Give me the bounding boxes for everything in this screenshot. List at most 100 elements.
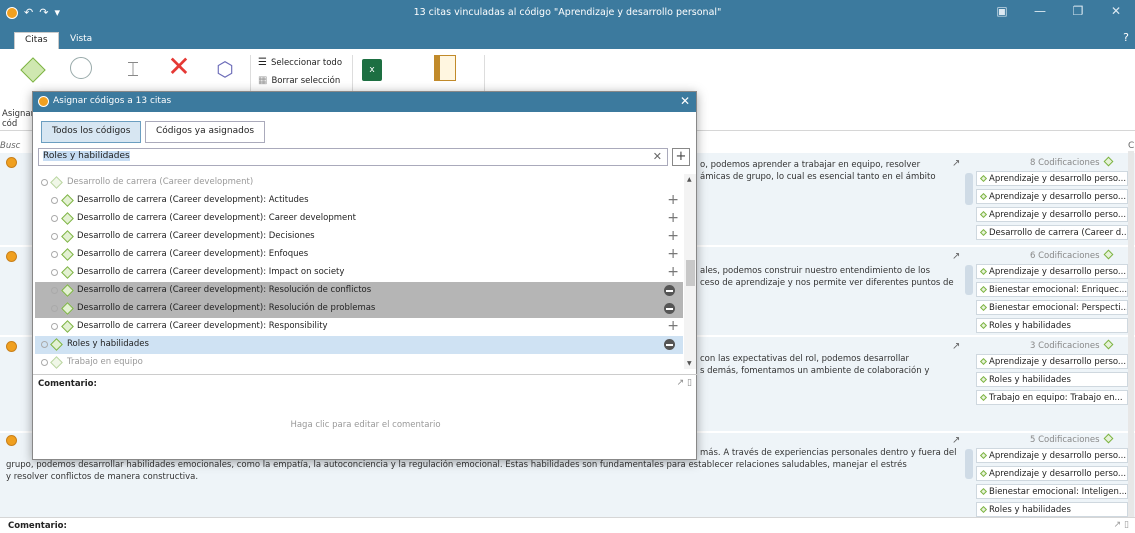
code-chip[interactable]: Aprendizaje y desarrollo perso... [976,448,1128,463]
code-list-item[interactable]: Trabajo en equipo [35,354,683,372]
minimize-icon[interactable]: — [1021,4,1059,18]
code-list-item[interactable]: Desarrollo de carrera (Career developmen… [35,192,683,210]
quotation-text-2: y resolver conflictos de manera construc… [6,472,199,482]
expand-icon[interactable]: ↗ [952,158,960,169]
select-all-label: Seleccionar todo [270,57,343,68]
assign-code-button[interactable] [12,57,54,83]
close-icon[interactable]: ✕ [1097,4,1135,18]
code-chip[interactable]: Bienestar emocional: Inteligen... [976,484,1128,499]
select-all-button[interactable]: ☰ Seleccionar todo [258,57,342,68]
plus-icon[interactable]: + [667,318,679,334]
code-chip[interactable]: Aprendizaje y desarrollo perso... [976,466,1128,481]
add-code-button[interactable]: + [672,148,690,166]
code-list-item[interactable]: Desarrollo de carrera (Career developmen… [35,174,683,192]
assign-code-icon [20,57,46,83]
code-diamond-icon [61,320,74,333]
code-list-item[interactable]: Roles y habilidades [35,336,683,354]
code-diamond-icon [50,356,63,369]
codification-count: 3 Codificaciones [1030,339,1113,351]
rename-button[interactable]: ⌶ [118,57,148,81]
goto-button[interactable] [66,57,96,79]
code-search-input[interactable]: Roles y habilidades ✕ [38,148,668,166]
maximize-icon[interactable]: ❐ [1059,4,1097,18]
scroll-down-icon[interactable]: ▼ [687,360,692,367]
comment-placeholder[interactable]: Haga clic para editar el comentario [33,420,698,430]
code-list-item[interactable]: Desarrollo de carrera (Career developmen… [35,318,683,336]
codes-scrollbar[interactable] [965,449,973,479]
code-chip[interactable]: Aprendizaje y desarrollo perso... [976,354,1128,369]
clear-search-icon[interactable]: ✕ [653,150,662,163]
plus-icon[interactable]: + [667,264,679,280]
help-icon[interactable]: ? [1123,31,1129,44]
dialog-title: Asignar códigos a 13 citas [53,96,172,106]
plus-icon[interactable]: + [667,228,679,244]
show-icon: ⬡ [216,57,234,81]
code-diamond-icon [1103,433,1113,444]
edit-comment-icon[interactable]: ↗ ▯ [1114,520,1129,530]
plus-icon[interactable]: + [667,210,679,226]
code-list-scrollbar[interactable]: ▲ ▼ [684,174,696,369]
window-controls: ▣ — ❐ ✕ [983,4,1135,18]
rename-icon: ⌶ [127,57,139,81]
code-list-item[interactable]: Desarrollo de carrera (Career developmen… [35,210,683,228]
scroll-thumb[interactable] [686,260,695,286]
code-chip[interactable]: Aprendizaje y desarrollo perso... [976,264,1128,279]
code-chip[interactable]: Trabajo en equipo: Trabajo en... [976,390,1128,405]
code-chip[interactable]: Aprendizaje y desarrollo perso... [976,207,1128,222]
collapse-icon[interactable]: C [1128,141,1134,151]
dialog-comment-label: Comentario: [38,379,97,389]
code-list: Desarrollo de carrera (Career developmen… [35,174,683,369]
code-chip[interactable]: Aprendizaje y desarrollo perso... [976,189,1128,204]
remove-icon[interactable] [664,285,675,296]
code-chip[interactable]: Bienestar emocional: Perspecti... [976,300,1128,315]
codes-scrollbar[interactable] [965,265,973,295]
plus-icon[interactable]: + [667,246,679,262]
expand-icon[interactable]: ↗ [952,435,960,446]
app-logo-icon [38,96,49,107]
close-icon[interactable]: ✕ [680,94,690,108]
code-list-item[interactable]: Desarrollo de carrera (Career developmen… [35,246,683,264]
code-list-item[interactable]: Desarrollo de carrera (Career developmen… [35,300,683,318]
code-chip[interactable]: Roles y habilidades [976,372,1128,387]
clear-selection-button[interactable]: ▦ Borrar selección [258,75,340,86]
remove-icon[interactable] [664,303,675,314]
delete-icon: ✕ [167,50,191,83]
tab-assigned-codes[interactable]: Códigos ya asignados [145,121,266,143]
plus-icon[interactable]: + [667,192,679,208]
tab-all-codes[interactable]: Todos los códigos [41,121,142,143]
code-chip[interactable]: Desarrollo de carrera (Career d... [976,225,1128,240]
search-box-label[interactable]: Busc [0,141,20,151]
expand-icon[interactable]: ↗ [952,251,960,262]
code-diamond-icon [61,248,74,261]
tab-citas[interactable]: Citas [14,32,59,49]
code-chip[interactable]: Bienestar emocional: Enriquec... [976,282,1128,297]
window-title: 13 citas vinculadas al código "Aprendiza… [413,7,722,18]
goto-icon [70,57,92,79]
dialog-comment-area[interactable]: Comentario: ↗ ▯ Haga clic para editar el… [33,374,698,461]
tab-vista[interactable]: Vista [60,32,102,49]
edit-comment-icon[interactable]: ↗ ▯ [677,378,692,388]
dock-button[interactable] [430,55,460,81]
code-diamond-icon [61,266,74,279]
delete-button[interactable]: ✕ [164,50,194,83]
remove-icon[interactable] [664,339,675,350]
code-chip[interactable]: Roles y habilidades [976,502,1128,517]
codes-scrollbar[interactable] [965,173,973,205]
scroll-up-icon[interactable]: ▲ [687,176,692,183]
restore-icon[interactable]: ▣ [983,4,1021,18]
quotation-text-1: con las expectativas del rol, podemos de… [700,354,910,364]
code-chip[interactable]: Roles y habilidades [976,318,1128,333]
code-chip[interactable]: Aprendizaje y desarrollo perso... [976,171,1128,186]
export-button[interactable]: x [358,59,386,81]
code-diamond-icon [61,212,74,225]
code-list-item[interactable]: Desarrollo de carrera (Career developmen… [35,264,683,282]
quotation-text-2: ámicas de grupo, lo cual es esencial tan… [700,172,936,182]
code-list-item[interactable]: Desarrollo de carrera (Career developmen… [35,228,683,246]
show-button[interactable]: ⬡ [210,57,240,81]
codification-count: 5 Codificaciones [1030,433,1113,445]
code-list-item[interactable]: Desarrollo de carrera (Career developmen… [35,282,683,300]
quotation-icon [6,341,17,352]
main-scrollbar[interactable] [1128,151,1134,517]
expand-icon[interactable]: ↗ [952,341,960,352]
code-diamond-icon [1103,339,1113,350]
